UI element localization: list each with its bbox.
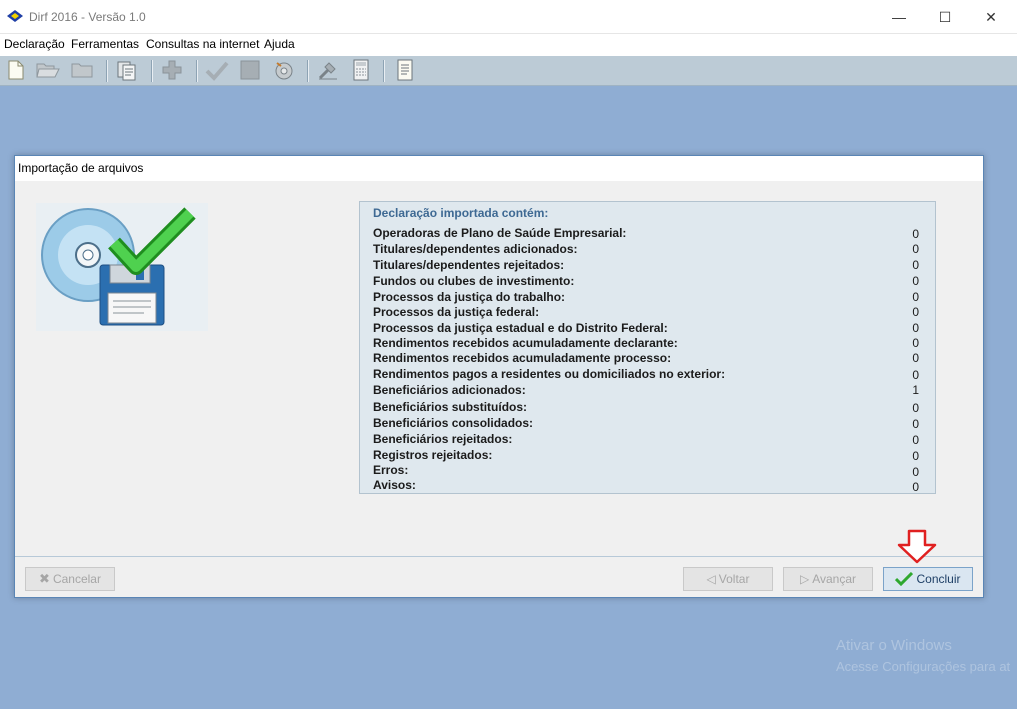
dialog-title-bar (15, 156, 983, 181)
menu-consultas[interactable]: Consultas na internet (146, 37, 259, 51)
add-icon (162, 60, 182, 80)
import-success-illustration (36, 203, 208, 331)
toolbar-separator (106, 60, 108, 82)
summary-row-value: 0 (912, 321, 919, 335)
summary-row-value: 0 (912, 401, 919, 415)
close-button[interactable]: ✕ (968, 0, 1014, 34)
summary-row-value: 0 (912, 290, 919, 304)
summary-row-value: 1 (912, 383, 919, 397)
toolbar-separator (383, 60, 385, 82)
new-document-button[interactable] (4, 58, 28, 82)
back-label: Voltar (718, 572, 750, 586)
back-button[interactable]: ◁ Voltar (683, 567, 773, 591)
summary-row-value: 0 (912, 274, 919, 288)
folder-icon (71, 63, 93, 78)
summary-row-label: Beneficiários adicionados: (373, 383, 526, 397)
finish-button[interactable]: Concluir (883, 567, 973, 591)
summary-row-value: 0 (912, 258, 919, 272)
summary-row-value: 0 (912, 305, 919, 319)
copy-pages-button[interactable] (114, 58, 138, 82)
copy-pages-icon (117, 61, 136, 81)
toolbar-separator (196, 60, 198, 82)
summary-row-label: Beneficiários substituídos: (373, 400, 528, 414)
validate-button[interactable] (205, 58, 229, 82)
add-button[interactable] (160, 58, 184, 82)
edit-button[interactable] (316, 58, 340, 82)
finish-label: Concluir (916, 572, 961, 586)
dialog-divider (15, 556, 983, 557)
close-icon: ✕ (985, 8, 997, 25)
check-icon (895, 572, 914, 586)
search-button[interactable] (272, 58, 296, 82)
summary-row-label: Registros rejeitados: (373, 448, 493, 462)
summary-row-value: 0 (912, 368, 919, 382)
menu-ajuda[interactable]: Ajuda (264, 37, 295, 51)
report-button[interactable] (393, 58, 417, 82)
summary-row-label: Processos da justiça federal: (373, 305, 540, 319)
summary-row-label: Rendimentos recebidos acumuladamente dec… (373, 336, 678, 350)
minimize-icon: — (892, 9, 906, 25)
summary-row-value: 0 (912, 336, 919, 350)
cancel-icon: ✖ (39, 571, 50, 586)
maximize-icon: ☐ (938, 8, 952, 25)
summary-row-label: Processos da justiça do trabalho: (373, 290, 566, 304)
report-icon (397, 59, 413, 81)
summary-row-label: Erros: (373, 463, 409, 477)
next-label: Avançar (812, 572, 857, 586)
summary-row-value: 0 (912, 480, 919, 494)
summary-row-label: Beneficiários consolidados: (373, 416, 534, 430)
summary-row-value: 0 (912, 465, 919, 479)
summary-row-value: 0 (912, 351, 919, 365)
stop-icon (240, 60, 260, 80)
open-folder-button[interactable] (36, 58, 60, 82)
summary-row-label: Avisos: (373, 478, 416, 492)
next-icon: ▷ (799, 572, 810, 586)
dialog-title: Importação de arquivos (18, 161, 144, 175)
summary-row-value: 0 (912, 227, 919, 241)
activation-watermark-title: Ativar o Windows (836, 637, 952, 654)
summary-row-label: Beneficiários rejeitados: (373, 432, 513, 446)
open-folder-icon (36, 63, 60, 78)
edit-icon (318, 62, 337, 80)
summary-row-label: Operadoras de Plano de Saúde Empresarial… (373, 226, 627, 240)
toolbar-separator (307, 60, 309, 82)
cancel-label: Cancelar (52, 572, 101, 586)
down-arrow-icon (897, 529, 937, 564)
summary-row-value: 0 (912, 417, 919, 431)
stop-button[interactable] (238, 58, 262, 82)
summary-row-label: Rendimentos pagos a residentes ou domici… (373, 367, 726, 381)
menu-declaracao[interactable]: Declaração (4, 37, 65, 51)
toolbar-separator (151, 60, 153, 82)
summary-row-value: 0 (912, 433, 919, 447)
folder-button[interactable] (70, 58, 94, 82)
summary-row-label: Titulares/dependentes adicionados: (373, 242, 578, 256)
back-icon: ◁ (706, 572, 716, 586)
title-bar (0, 0, 1017, 34)
search-icon (275, 62, 293, 80)
summary-row-label: Titulares/dependentes rejeitados: (373, 258, 565, 272)
summary-row-label: Fundos ou clubes de investimento: (373, 274, 575, 288)
calculator-icon (353, 59, 369, 81)
summary-row-label: Processos da justiça estadual e do Distr… (373, 321, 668, 335)
menu-ferramentas[interactable]: Ferramentas (71, 37, 139, 51)
activation-watermark-text: Acesse Configurações para ativar o Windo… (836, 659, 1011, 674)
next-button[interactable]: ▷ Avançar (783, 567, 873, 591)
cancel-button[interactable]: ✖ Cancelar (25, 567, 115, 591)
summary-title: Declaração importada contém: (373, 206, 549, 220)
new-document-icon (8, 60, 24, 80)
summary-row-label: Rendimentos recebidos acumuladamente pro… (373, 351, 672, 365)
app-logo-icon (7, 10, 23, 22)
minimize-button[interactable]: — (876, 0, 922, 34)
calculator-button[interactable] (349, 58, 373, 82)
summary-row-value: 0 (912, 242, 919, 256)
maximize-button[interactable]: ☐ (922, 0, 968, 34)
check-icon (205, 61, 229, 81)
window-title: Dirf 2016 - Versão 1.0 (29, 10, 146, 24)
summary-row-value: 0 (912, 449, 919, 463)
